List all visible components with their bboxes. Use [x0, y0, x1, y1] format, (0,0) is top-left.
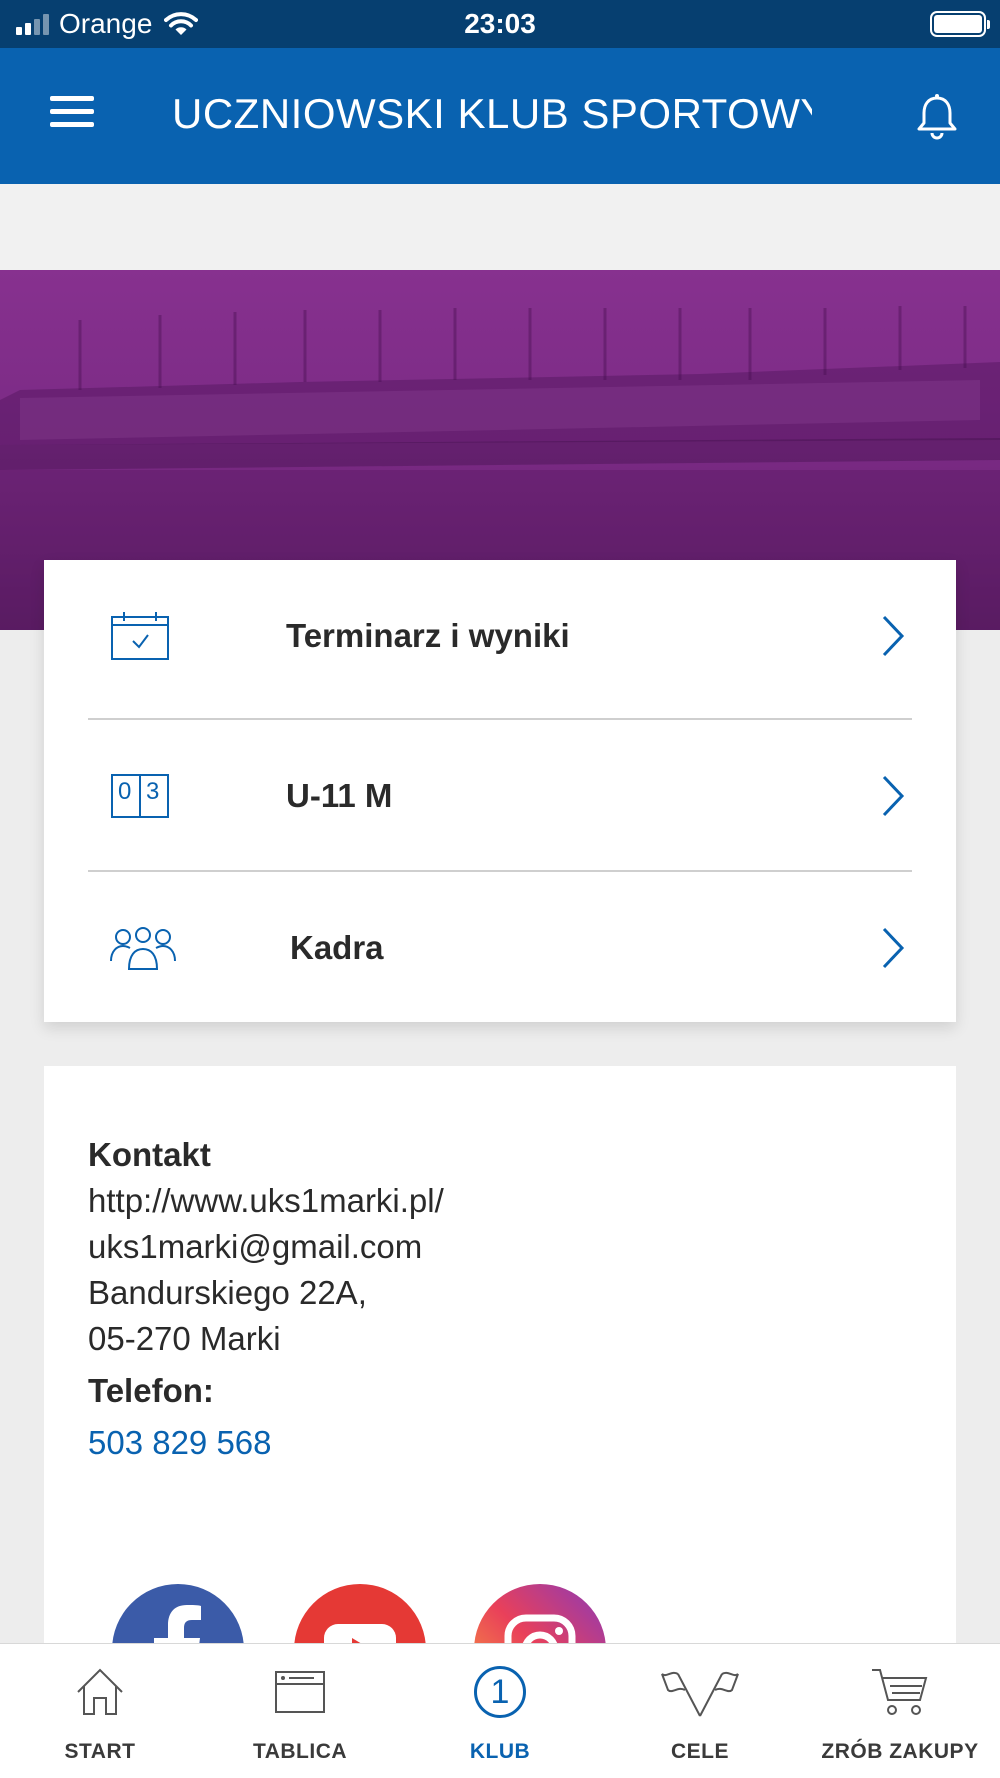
status-time: 23:03: [464, 8, 536, 39]
app-header: UCZNIOWSKI KLUB SPORTOWY…: [0, 48, 1000, 184]
scoreboard-digit-left: 0: [118, 778, 132, 805]
menu-item-label: U-11 M: [286, 777, 393, 814]
menu-item-team-u11[interactable]: 0 3 U-11 M: [88, 720, 912, 872]
nav-zakupy[interactable]: ZRÓB ZAKUPY: [800, 1644, 1000, 1778]
status-bar: Orange 23:03: [0, 0, 1000, 48]
cart-icon: [872, 1669, 928, 1715]
phone-link[interactable]: 503 829 568: [88, 1420, 444, 1466]
menu-item-label: Kadra: [290, 929, 384, 966]
club-icon: 1: [474, 1666, 526, 1718]
chevron-right-icon: [882, 615, 905, 657]
nav-label: START: [64, 1740, 136, 1763]
contact-heading: Kontakt: [88, 1136, 211, 1173]
hamburger-menu-icon[interactable]: [50, 96, 94, 132]
club-menu-card: Terminarz i wyniki 0 3 U-11 M Kadra: [44, 560, 956, 1022]
flags-icon: [661, 1671, 739, 1717]
home-icon: [77, 1668, 123, 1715]
nav-label: KLUB: [469, 1740, 531, 1763]
nav-start[interactable]: START: [0, 1644, 200, 1778]
nav-label: TABLICA: [252, 1740, 348, 1763]
team-icon: [110, 927, 176, 970]
contact-email-link[interactable]: uks1marki@gmail.com: [88, 1224, 444, 1270]
nav-label: CELE: [670, 1740, 729, 1763]
calendar-icon: [111, 612, 169, 660]
spacer-strip: [0, 184, 1000, 270]
nav-tablica[interactable]: TABLICA: [200, 1644, 400, 1778]
contact-address-line1: Bandurskiego 22A,: [88, 1274, 367, 1311]
battery-icon: [930, 11, 990, 37]
nav-label: ZRÓB ZAKUPY: [821, 1740, 979, 1763]
bottom-nav: START TABLICA 1 KLUB CELE ZRÓB ZAKUPY: [0, 1643, 1000, 1778]
chevron-right-icon: [882, 927, 905, 969]
contact-block: Kontakt http://www.uks1marki.pl/ uks1mar…: [88, 1132, 444, 1466]
menu-item-squad[interactable]: Kadra: [88, 872, 912, 1024]
page-title: UCZNIOWSKI KLUB SPORTOWY…: [172, 90, 812, 137]
chevron-right-icon: [882, 775, 905, 817]
bell-icon[interactable]: [914, 92, 960, 140]
nav-klub[interactable]: 1 KLUB: [400, 1644, 600, 1778]
contact-website-link[interactable]: http://www.uks1marki.pl/: [88, 1178, 444, 1224]
club-icon-number: 1: [490, 1673, 510, 1711]
board-icon: [275, 1671, 325, 1713]
scoreboard-digit-right: 3: [146, 778, 160, 805]
menu-item-label: Terminarz i wyniki: [286, 617, 570, 654]
phone-label: Telefon:: [88, 1372, 214, 1409]
nav-cele[interactable]: CELE: [600, 1644, 800, 1778]
contact-address-line2: 05-270 Marki: [88, 1320, 281, 1357]
menu-item-schedule[interactable]: Terminarz i wyniki: [88, 560, 912, 712]
